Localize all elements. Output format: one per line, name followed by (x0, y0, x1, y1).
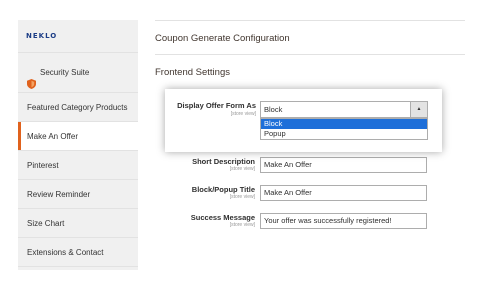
sidebar-item-review-reminder[interactable]: Review Reminder (18, 180, 138, 209)
subsection-title[interactable]: Frontend Settings (155, 67, 230, 78)
sidebar-item-label: Featured Category Products (27, 103, 128, 112)
sidebar-item-label: Make An Offer (27, 132, 78, 141)
display-offer-form-panel: Display Offer Form As [store view] Block… (165, 89, 442, 152)
scope-label: [store view] (229, 194, 255, 200)
success-message-input[interactable]: Your offer was successfully registered! (260, 213, 427, 229)
sidebar-item-security-suite[interactable]: Security Suite (18, 53, 138, 93)
display-offer-form-label: Display Offer Form As (177, 101, 256, 110)
block-popup-title-label: Block/Popup Title (191, 185, 255, 194)
scope-label: [store view] (229, 222, 255, 228)
sidebar-item-size-chart[interactable]: Size Chart (18, 209, 138, 238)
sidebar-item-label: Size Chart (27, 219, 65, 228)
section-title[interactable]: Coupon Generate Configuration (155, 33, 290, 44)
display-offer-form-select[interactable]: Block ▲ (260, 101, 428, 118)
success-message-label: Success Message (190, 213, 255, 222)
sidebar: NEKLO Security Suite Featured Category P… (18, 20, 138, 270)
sidebar-item-make-an-offer[interactable]: Make An Offer (18, 122, 138, 151)
option-block[interactable]: Block (261, 119, 427, 129)
section-divider (155, 54, 465, 55)
select-value: Block (264, 105, 283, 114)
sidebar-item-extensions-contact[interactable]: Extensions & Contact (18, 238, 138, 267)
sidebar-item-label: Pinterest (27, 161, 59, 170)
sidebar-item-label: Review Reminder (27, 190, 91, 199)
sidebar-item-label: Extensions & Contact (27, 248, 104, 257)
sidebar-item-featured-category-products[interactable]: Featured Category Products (18, 93, 138, 122)
block-popup-title-input[interactable]: Make An Offer (260, 185, 427, 201)
select-options-list: Block Popup (260, 118, 428, 140)
scope-label: [store view] (229, 166, 255, 172)
option-popup[interactable]: Popup (261, 129, 427, 139)
neklo-logo: NEKLO (18, 20, 138, 53)
shield-icon (27, 67, 36, 89)
short-description-label: Short Description (192, 157, 255, 166)
sidebar-item-label: Security Suite (40, 68, 90, 77)
scope-label: [store view] (230, 111, 256, 117)
sidebar-item-pinterest[interactable]: Pinterest (18, 151, 138, 180)
chevron-up-icon[interactable]: ▲ (410, 102, 427, 117)
top-divider (155, 20, 465, 21)
short-description-input[interactable]: Make An Offer (260, 157, 427, 173)
